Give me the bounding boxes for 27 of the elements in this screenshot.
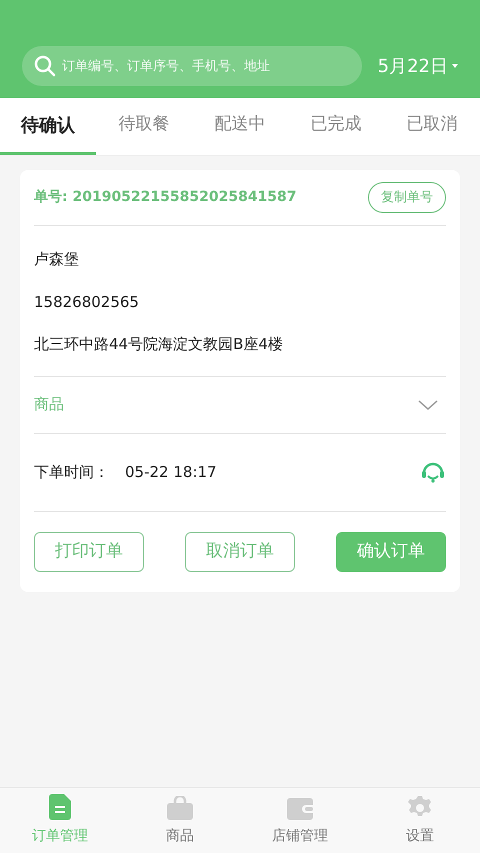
nav-item[interactable]: 商品 bbox=[120, 788, 240, 853]
customer-name: 卢森堡 bbox=[34, 249, 80, 270]
order-time: 05-22 18:17 bbox=[125, 462, 217, 483]
copy-button[interactable]: 复制单号 bbox=[368, 182, 446, 213]
goods-label: 商品 bbox=[34, 394, 64, 416]
phone-number: 15826802565 bbox=[34, 292, 140, 312]
bag-icon bbox=[167, 796, 193, 820]
order-time-label: 下单时间： bbox=[34, 462, 109, 483]
tab[interactable]: 已取消 bbox=[384, 98, 480, 155]
goods-row[interactable]: 商品 bbox=[34, 376, 446, 434]
tab[interactable]: 待取餐 bbox=[96, 98, 192, 155]
address: 北三环中路44号院海淀文教园B座4楼 bbox=[34, 334, 284, 355]
outline-button[interactable]: 取消订单 bbox=[185, 532, 295, 572]
wallet-icon bbox=[287, 798, 313, 820]
confirm-button[interactable]: 确认订单 bbox=[336, 532, 446, 572]
tab[interactable]: 配送中 bbox=[192, 98, 288, 155]
tab[interactable]: 已完成 bbox=[288, 98, 384, 155]
nav-item[interactable]: 设置 bbox=[360, 788, 480, 853]
tab[interactable]: 待确认 bbox=[0, 98, 96, 155]
dropdown-caret-icon bbox=[452, 64, 458, 68]
search-icon bbox=[34, 55, 56, 77]
outline-button[interactable]: 打印订单 bbox=[34, 532, 144, 572]
order-number: 单号: 20190522155852025841587 bbox=[34, 188, 297, 207]
date-selector[interactable]: 5月22日 bbox=[378, 46, 458, 86]
nav-item[interactable]: 订单管理 bbox=[0, 788, 120, 853]
nav-item[interactable]: 店铺管理 bbox=[240, 788, 360, 853]
document-icon bbox=[49, 794, 71, 820]
